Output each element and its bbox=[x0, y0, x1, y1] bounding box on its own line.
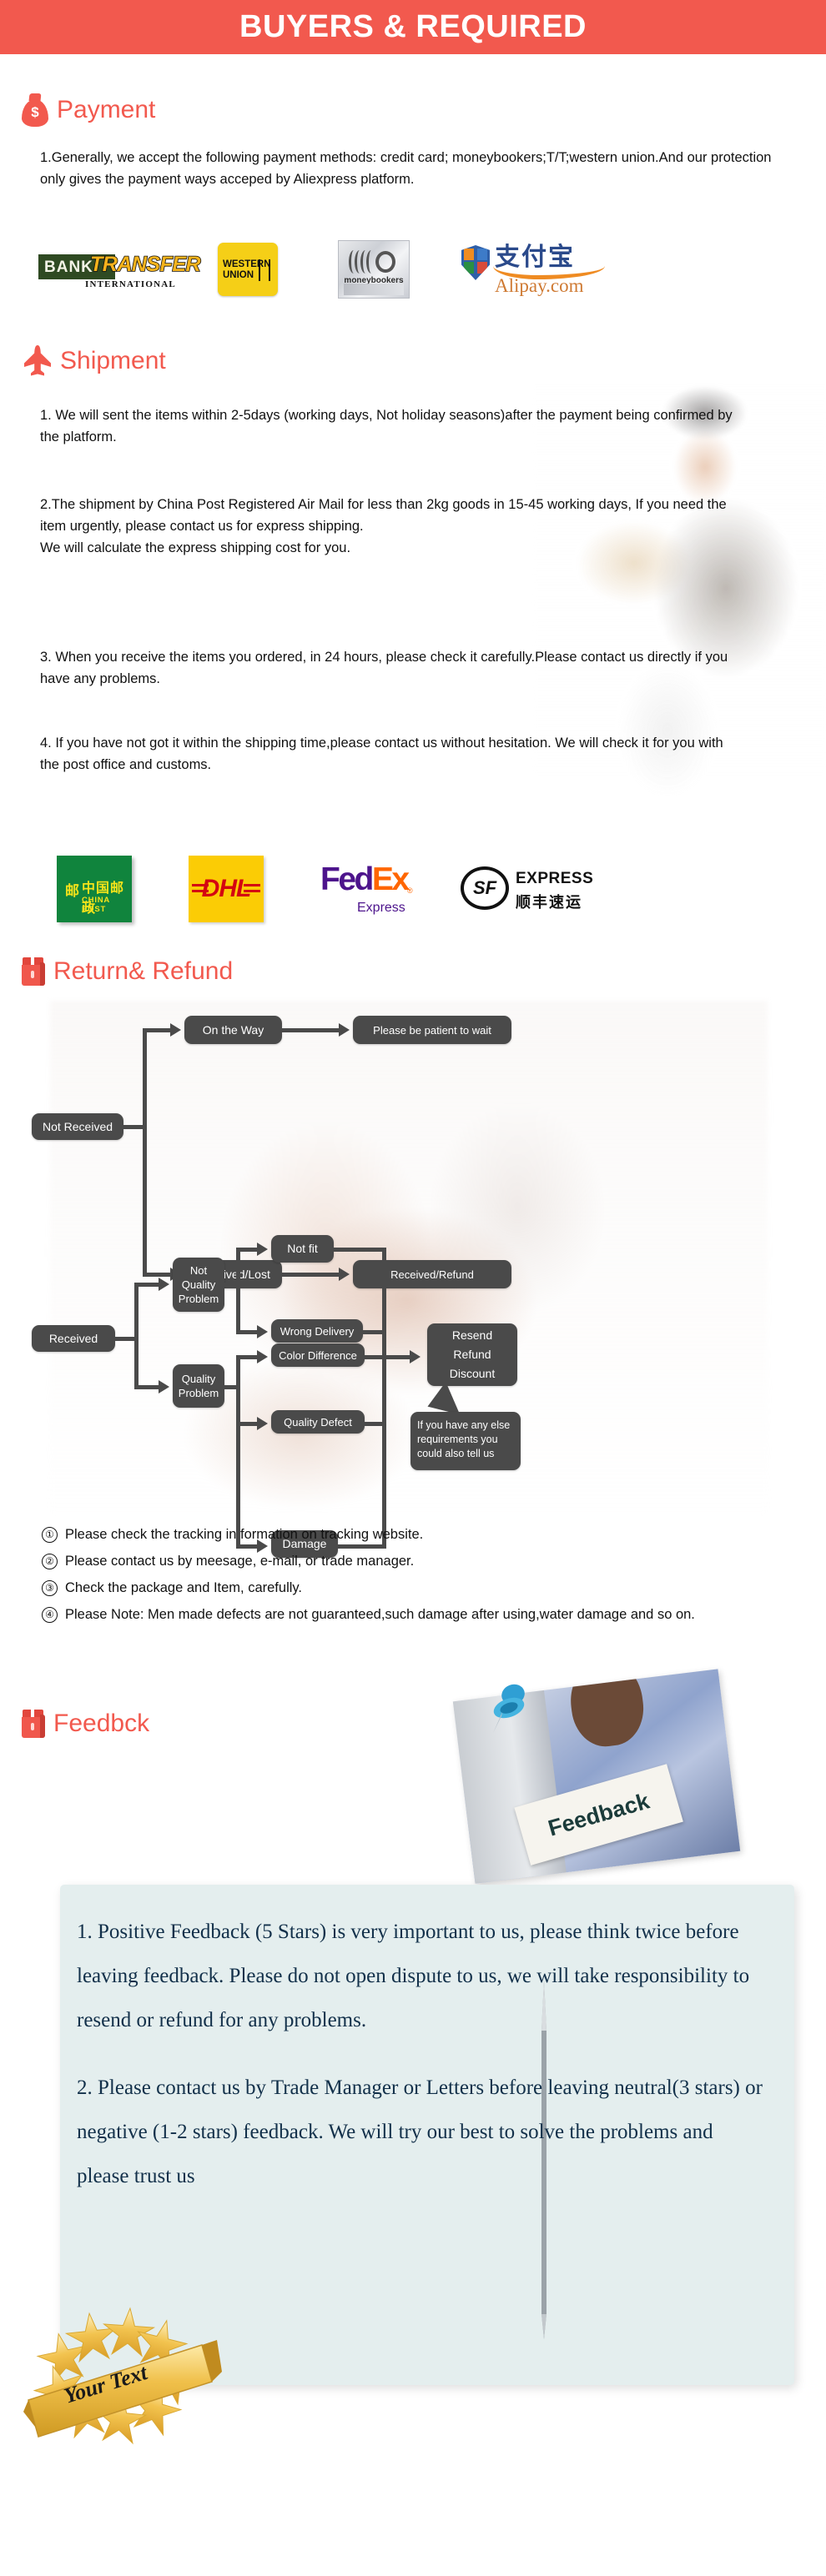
flow-node-wrong-delivery: Wrong Delivery bbox=[271, 1319, 363, 1343]
return-notes-list: ① Please check the tracking in formation… bbox=[42, 1524, 793, 1631]
return-flowchart: Not Received On the Way Please be patien… bbox=[0, 1013, 826, 1558]
section-heading-payment: $ Payment bbox=[22, 93, 155, 127]
flow-node-color-difference: Color Difference bbox=[271, 1343, 365, 1367]
airplane-icon bbox=[23, 345, 52, 377]
western-union-logo: WESTERN UNION bbox=[218, 243, 278, 296]
sf-express-logo: SF EXPRESS 顺丰速运 bbox=[461, 860, 593, 918]
shipment-paragraph-4: 4. If you have not got it within the shi… bbox=[40, 736, 723, 772]
feedback-text-block: 1. Positive Feedback (5 Stars) is very i… bbox=[77, 1910, 769, 2222]
flow-node-received-refund: Received/Refund bbox=[353, 1260, 511, 1288]
section-heading-feedback: Feedbck bbox=[22, 1710, 149, 1738]
payment-logo-row: BANK TRANSFER INTERNATIONAL WESTERN UNIO… bbox=[38, 240, 607, 299]
alipay-label: Alipay.com bbox=[495, 275, 584, 296]
flow-node-received: Received bbox=[32, 1325, 115, 1352]
flow-node-quality-defect: Quality Defect bbox=[271, 1410, 365, 1434]
payment-title: Payment bbox=[57, 96, 156, 123]
flow-node-please-wait: Please be patient to wait bbox=[353, 1016, 511, 1044]
feedback-sign-label: Feedback bbox=[545, 1787, 652, 1841]
china-post-logo: 邮 中国邮政 CHINA POST bbox=[57, 856, 132, 922]
section-heading-shipment: Shipment bbox=[23, 345, 166, 377]
list-text: Please check the tracking in formation o… bbox=[65, 1527, 424, 1542]
list-item: ④ Please Note: Men made defects are not … bbox=[42, 1604, 793, 1624]
bank-transfer-primary: BANK bbox=[44, 259, 93, 276]
flow-node-not-received: Not Received bbox=[32, 1113, 123, 1140]
page-header: BUYERS & REQUIRED bbox=[0, 0, 826, 54]
return-refund-title: Return& Refund bbox=[53, 957, 234, 985]
moneybookers-logo: moneybookers bbox=[338, 240, 410, 299]
list-text: Check the package and Item, carefully. bbox=[65, 1580, 303, 1595]
shield-icon bbox=[461, 245, 490, 280]
list-item: ① Please check the tracking in formation… bbox=[42, 1524, 793, 1544]
list-marker: ② bbox=[42, 1554, 58, 1569]
list-text: Please contact us by meesage, e-mail, or… bbox=[65, 1554, 415, 1569]
list-marker: ① bbox=[42, 1527, 58, 1543]
fedex-part1: Fed bbox=[320, 861, 374, 897]
feedback-paragraph-2: 2. Please contact us by Trade Manager or… bbox=[77, 2076, 763, 2187]
fedex-sub: Express bbox=[357, 901, 405, 915]
sf-badge-label: SF bbox=[472, 877, 497, 898]
sf-zh: 顺丰速运 bbox=[516, 894, 582, 911]
dhl-logo: DHL bbox=[189, 856, 264, 922]
star-badge: Your Text bbox=[23, 2302, 232, 2468]
flow-node-not-quality-problem: Not Quality Problem bbox=[173, 1258, 224, 1312]
flow-node-not-fit: Not fit bbox=[271, 1235, 334, 1263]
shipment-title: Shipment bbox=[60, 347, 166, 374]
bank-transfer-tertiary: INTERNATIONAL bbox=[85, 279, 176, 289]
page-title: BUYERS & REQUIRED bbox=[239, 9, 587, 44]
section-heading-return: Return& Refund bbox=[22, 957, 233, 986]
courier-photo bbox=[534, 379, 826, 846]
box-icon bbox=[22, 1710, 45, 1738]
flow-node-quality-problem: Quality Problem bbox=[173, 1364, 224, 1408]
fedex-part2: Ex bbox=[371, 861, 410, 897]
alipay-logo: 支付宝 Alipay.com bbox=[461, 244, 607, 296]
china-post-en: CHINA POST bbox=[82, 896, 110, 914]
feedback-title: Feedbck bbox=[53, 1710, 150, 1737]
list-marker: ③ bbox=[42, 1580, 58, 1596]
flow-node-resend-refund-discount: Resend Refund Discount bbox=[427, 1323, 517, 1386]
list-text: Please Note: Men made defects are not gu… bbox=[65, 1607, 695, 1622]
bank-transfer-logo: BANK TRANSFER INTERNATIONAL bbox=[38, 246, 201, 293]
box-icon bbox=[22, 957, 45, 986]
payment-paragraph: 1.Generally, we accept the following pay… bbox=[40, 150, 772, 187]
carrier-logo-row: 邮 中国邮政 CHINA POST DHL FedEx ® Express SF… bbox=[57, 856, 593, 922]
dhl-label: DHL bbox=[201, 875, 252, 902]
money-bag-icon: $ bbox=[22, 93, 48, 127]
sf-en: EXPRESS bbox=[516, 870, 594, 887]
flow-node-on-the-way: On the Way bbox=[184, 1016, 282, 1044]
list-item: ② Please contact us by meesage, e-mail, … bbox=[42, 1551, 793, 1571]
bank-transfer-secondary: TRANSFER bbox=[89, 252, 201, 277]
shipment-paragraph-2: 2.The shipment by China Post Registered … bbox=[40, 497, 727, 555]
wu-line2: UNION bbox=[223, 270, 254, 280]
list-item: ③ Check the package and Item, carefully. bbox=[42, 1578, 793, 1598]
list-marker: ④ bbox=[42, 1607, 58, 1623]
feedback-paragraph-1: 1. Positive Feedback (5 Stars) is very i… bbox=[77, 1921, 750, 2031]
fedex-logo: FedEx ® Express bbox=[320, 861, 413, 915]
flow-node-else-requirements: If you have any else requirements you co… bbox=[410, 1412, 521, 1470]
pushpin-icon bbox=[488, 1683, 533, 1735]
shipment-paragraph-3: 3. When you receive the items you ordere… bbox=[40, 650, 728, 686]
shipment-paragraph-1: 1. We will sent the items within 2-5days… bbox=[40, 408, 733, 444]
